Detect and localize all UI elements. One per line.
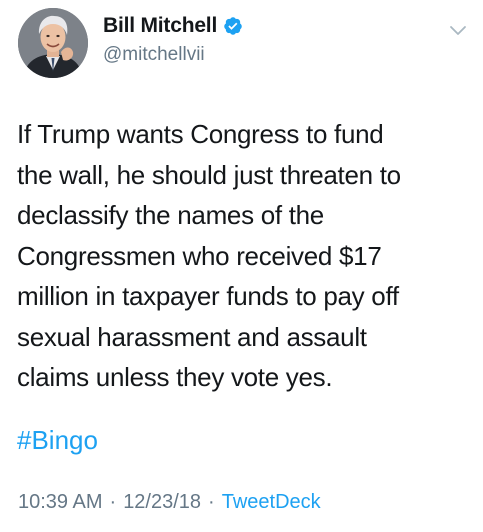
tweet-source-link[interactable]: TweetDeck [222,491,321,514]
tweet-date[interactable]: 12/23/18 [123,491,201,514]
profile-photo [18,8,88,78]
tweet-text: If Trump wants Congress to fund the wall… [17,119,401,392]
author-name-row[interactable]: Bill Mitchell [103,14,243,38]
avatar[interactable] [18,8,88,78]
hashtag-link[interactable]: #Bingo [17,420,98,460]
tweet-card: Bill Mitchell @mitchellvii If Trump want… [0,0,483,532]
separator-dot: · [109,491,117,513]
verified-badge-icon [223,16,243,36]
user-handle[interactable]: @mitchellvii [103,44,205,66]
tweet-metadata: 10:39 AM · 12/23/18 · TweetDeck [18,491,321,514]
display-name[interactable]: Bill Mitchell [103,14,217,38]
separator-dot: · [208,491,215,513]
chevron-down-icon[interactable] [449,24,467,36]
tweet-time[interactable]: 10:39 AM [18,491,103,514]
